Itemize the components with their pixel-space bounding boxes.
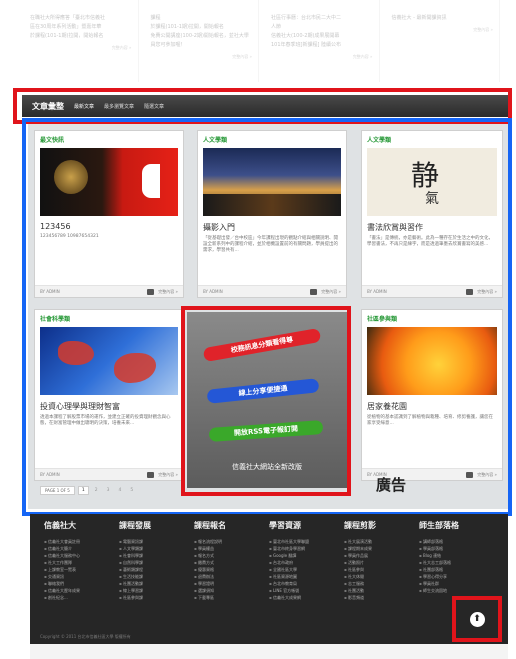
footer-link[interactable]: 下載專區	[194, 594, 269, 601]
footer-link[interactable]: Blog 連結	[419, 552, 494, 559]
footer-link[interactable]: 生活技能課	[119, 573, 194, 580]
footer-link[interactable]: 台北市政府	[269, 559, 344, 566]
footer-link[interactable]: 信義社大成果網	[269, 594, 344, 601]
footer-link[interactable]: Google 翻譯	[269, 552, 344, 559]
footer-link[interactable]: 線上學習課	[119, 587, 194, 594]
footer-link[interactable]: 交通資訊	[44, 573, 119, 580]
footer-column: 課程剪影 社大展演活動 課程期末成果 學員作品展 活動照片 社區參與 社大休閒 …	[344, 520, 419, 601]
footer-link[interactable]: 影音頻道	[344, 594, 419, 601]
footer-link[interactable]: LINE 官方帳號	[269, 587, 344, 594]
footer-column: 課程發展 電腦資訊課 人文學類課 社會科學課 自然科學課 藝術類課程 生活技能課…	[119, 520, 194, 601]
page-bottom	[30, 644, 508, 659]
footer-link[interactable]: 學員權益	[194, 545, 269, 552]
footer-column: 課程報名 報名流程說明 學員權益 報名方式 繳費方式 優惠資格 退費辦法 學習證…	[194, 520, 269, 601]
top-article-column[interactable]: 社區行事曆：台北市民二大中二 人節 信義社大(100-2期)成果展開幕 101年…	[271, 0, 380, 82]
footer-link[interactable]: 學員社群	[419, 580, 494, 587]
footer-link[interactable]: 社區參與課	[119, 594, 194, 601]
footer-column-title[interactable]: 課程報名	[194, 520, 269, 531]
footer-link[interactable]: 活動照片	[344, 559, 419, 566]
footer-link[interactable]: 自然科學課	[119, 559, 194, 566]
footer-link[interactable]: 社團部落格	[419, 566, 494, 573]
footer-link[interactable]: 信義社大歷年成果	[44, 587, 119, 594]
footer-column-title[interactable]: 課程發展	[119, 520, 194, 531]
footer-link[interactable]: 創社紀念...	[44, 594, 119, 601]
footer-link[interactable]: 報名方式	[194, 552, 269, 559]
footer-link[interactable]: 社區資源地圖	[269, 573, 344, 580]
footer-link[interactable]: 退費辦法	[194, 573, 269, 580]
footer-link[interactable]: 報名流程說明	[194, 538, 269, 545]
footer-link[interactable]: 社區參與	[344, 566, 419, 573]
footer-link[interactable]: 人文學類課	[119, 545, 194, 552]
footer-column: 師生部落格 講師部落格 學員部落格 Blog 連結 社大志工部落格 社團部落格 …	[419, 520, 494, 601]
footer-link[interactable]: 社大工作團隊	[44, 559, 119, 566]
footer-link[interactable]: 藝術類課程	[119, 566, 194, 573]
top-article-column[interactable]: 在職社大所得應答「臺北市信義社 區在30周年系列活動」暨嘉年華 於課程(101-…	[30, 0, 139, 82]
footer-link[interactable]: 信義社大簡介	[44, 545, 119, 552]
footer-link[interactable]: 繳費方式	[194, 559, 269, 566]
footer-link[interactable]: 上課教室一覽表	[44, 566, 119, 573]
footer-link[interactable]: 志工服務	[344, 580, 419, 587]
footer-link[interactable]: 學員作品展	[344, 552, 419, 559]
footer-column: 學習資源 臺北市社區大學聯盟 臺北市終身學習網 Google 翻譯 台北市政府 …	[269, 520, 344, 601]
footer-link[interactable]: 師生交流園地	[419, 587, 494, 594]
footer-link[interactable]: 課程期末成果	[344, 545, 419, 552]
footer-link[interactable]: 臺北市社區大學聯盟	[269, 538, 344, 545]
footer-link[interactable]: 講師部落格	[419, 538, 494, 545]
footer-column-title[interactable]: 學習資源	[269, 520, 344, 531]
footer-link[interactable]: 選課須知	[194, 587, 269, 594]
footer-link[interactable]: 信義社大服務中心	[44, 552, 119, 559]
footer-link[interactable]: 社大休閒	[344, 573, 419, 580]
footer-column-title[interactable]: 師生部落格	[419, 520, 494, 531]
footer-link[interactable]: 學習心得分享	[419, 573, 494, 580]
top-article-column[interactable]: 信義社大 - 最新開課資訊 完整內容 »	[392, 0, 500, 82]
footer-column: 信義社大 信義社大會員註冊 信義社大簡介 信義社大服務中心 社大工作團隊 上課教…	[44, 520, 119, 601]
back-to-top-highlight: ⬆	[452, 596, 502, 642]
footer-link[interactable]: 優惠資格	[194, 566, 269, 573]
content-area-highlight	[22, 118, 512, 516]
site-footer: 信義社大 信義社大會員註冊 信義社大簡介 信義社大服務中心 社大工作團隊 上課教…	[30, 514, 508, 644]
back-to-top-icon[interactable]: ⬆	[469, 611, 485, 627]
footer-column-title[interactable]: 信義社大	[44, 520, 119, 531]
footer-link[interactable]: 社團活動	[344, 587, 419, 594]
footer-link[interactable]: 社大志工部落格	[419, 559, 494, 566]
top-article-strip: 在職社大所得應答「臺北市信義社 區在30周年系列活動」暨嘉年華 於課程(101-…	[30, 0, 500, 82]
top-article-column[interactable]: 課程 於課程(101-1期)拉開，開始報名 免費公開講座(100-2期)開始報名…	[151, 0, 259, 82]
footer-column-title[interactable]: 課程剪影	[344, 520, 419, 531]
footer-link[interactable]: 聯絡我們	[44, 580, 119, 587]
footer-link[interactable]: 電腦資訊課	[119, 538, 194, 545]
footer-link[interactable]: 學習證明	[194, 580, 269, 587]
footer-link[interactable]: 全國社區大學	[269, 566, 344, 573]
footer-link[interactable]: 學員部落格	[419, 545, 494, 552]
footer-link[interactable]: 台北市教育局	[269, 580, 344, 587]
footer-link[interactable]: 信義社大會員註冊	[44, 538, 119, 545]
footer-link[interactable]: 社團活動課	[119, 580, 194, 587]
copyright-text: Copyright © 2011 台北市信義社區大學 版權所有	[40, 634, 131, 639]
footer-link[interactable]: 社會科學課	[119, 552, 194, 559]
footer-link[interactable]: 社大展演活動	[344, 538, 419, 545]
footer-link[interactable]: 臺北市終身學習網	[269, 545, 344, 552]
